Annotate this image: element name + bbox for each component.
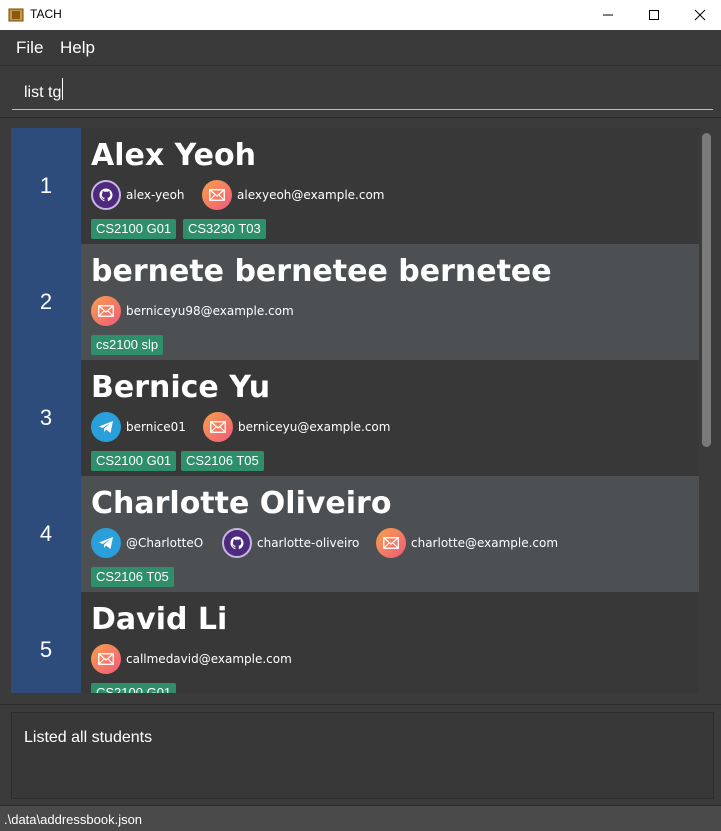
email-contact[interactable]: charlotte@example.com bbox=[376, 528, 558, 558]
telegram-contact[interactable]: bernice01 bbox=[91, 412, 186, 442]
email-contact[interactable]: callmedavid@example.com bbox=[91, 644, 292, 674]
email-contact[interactable]: alexyeoh@example.com bbox=[202, 180, 385, 210]
student-name: David Li bbox=[91, 602, 228, 637]
list-scrollbar-thumb[interactable] bbox=[702, 133, 711, 447]
student-list[interactable]: 1 Alex Yeoh alex-yeoh alexyeoh@example.c… bbox=[11, 128, 699, 693]
student-index: 2 bbox=[11, 244, 81, 360]
menu-bar: File Help bbox=[0, 30, 721, 66]
student-index: 3 bbox=[11, 360, 81, 476]
email-icon bbox=[202, 180, 232, 210]
window-title: TACH bbox=[30, 7, 62, 21]
tag: CS3230 T03 bbox=[183, 219, 266, 239]
student-card[interactable]: 2 bernete bernetee bernetee berniceyu98@… bbox=[11, 244, 699, 360]
telegram-icon bbox=[91, 412, 121, 442]
maximize-button[interactable] bbox=[631, 0, 677, 30]
email-icon bbox=[91, 644, 121, 674]
email-icon bbox=[91, 296, 121, 326]
telegram-contact[interactable]: @CharlotteO bbox=[91, 528, 203, 558]
maximize-icon bbox=[649, 10, 659, 20]
minimize-button[interactable] bbox=[585, 0, 631, 30]
result-display: Listed all students bbox=[0, 704, 721, 804]
menu-help[interactable]: Help bbox=[60, 38, 95, 58]
close-button[interactable] bbox=[677, 0, 721, 30]
save-file-path: .\data\addressbook.json bbox=[4, 812, 143, 827]
email-address: callmedavid@example.com bbox=[126, 652, 292, 666]
student-card[interactable]: 5 David Li callmedavid@example.com CS210… bbox=[11, 592, 699, 693]
student-index: 1 bbox=[11, 128, 81, 244]
app-icon bbox=[8, 8, 24, 22]
student-list-panel: 1 Alex Yeoh alex-yeoh alexyeoh@example.c… bbox=[0, 119, 721, 704]
student-card[interactable]: 3 Bernice Yu bernice01 berniceyu@example… bbox=[11, 360, 699, 476]
student-name: Bernice Yu bbox=[91, 370, 271, 405]
telegram-handle: @CharlotteO bbox=[126, 536, 204, 550]
github-username: alex-yeoh bbox=[126, 188, 185, 202]
email-address: berniceyu@example.com bbox=[238, 420, 391, 434]
telegram-icon bbox=[91, 528, 121, 558]
text-caret bbox=[62, 78, 63, 100]
email-address: berniceyu98@example.com bbox=[126, 304, 294, 318]
email-address: alexyeoh@example.com bbox=[237, 188, 385, 202]
student-card[interactable]: 4 Charlotte Oliveiro @CharlotteO charlot… bbox=[11, 476, 699, 592]
tag: cs2100 slp bbox=[91, 335, 164, 355]
command-box bbox=[0, 66, 721, 118]
email-address: charlotte@example.com bbox=[411, 536, 559, 550]
result-message: Listed all students bbox=[24, 729, 153, 746]
github-contact[interactable]: alex-yeoh bbox=[91, 180, 185, 210]
menu-file[interactable]: File bbox=[16, 38, 43, 58]
github-icon bbox=[91, 180, 121, 210]
github-contact[interactable]: charlotte-oliveiro bbox=[222, 528, 359, 558]
student-name: Charlotte Oliveiro bbox=[91, 486, 392, 521]
result-box[interactable]: Listed all students bbox=[11, 712, 714, 799]
tag: CS2100 G01 bbox=[91, 219, 177, 239]
student-card[interactable]: 1 Alex Yeoh alex-yeoh alexyeoh@example.c… bbox=[11, 128, 699, 244]
student-index: 5 bbox=[11, 592, 81, 693]
tag: CS2106 T05 bbox=[181, 451, 264, 471]
command-input[interactable] bbox=[12, 76, 713, 110]
student-name: bernete bernetee bernetee bbox=[91, 254, 552, 289]
github-icon bbox=[222, 528, 252, 558]
email-contact[interactable]: berniceyu@example.com bbox=[203, 412, 390, 442]
tag: CS2100 G01 bbox=[91, 683, 177, 693]
student-index: 4 bbox=[11, 476, 81, 592]
email-icon bbox=[376, 528, 406, 558]
email-contact[interactable]: berniceyu98@example.com bbox=[91, 296, 294, 326]
github-username: charlotte-oliveiro bbox=[257, 536, 360, 550]
tag: CS2100 G01 bbox=[91, 451, 177, 471]
status-bar: .\data\addressbook.json bbox=[0, 805, 721, 831]
student-name: Alex Yeoh bbox=[91, 138, 256, 173]
close-icon bbox=[694, 9, 706, 21]
title-bar: TACH bbox=[0, 0, 721, 30]
tag: CS2106 T05 bbox=[91, 567, 174, 587]
email-icon bbox=[203, 412, 233, 442]
minimize-icon bbox=[603, 14, 613, 16]
telegram-handle: bernice01 bbox=[126, 420, 186, 434]
